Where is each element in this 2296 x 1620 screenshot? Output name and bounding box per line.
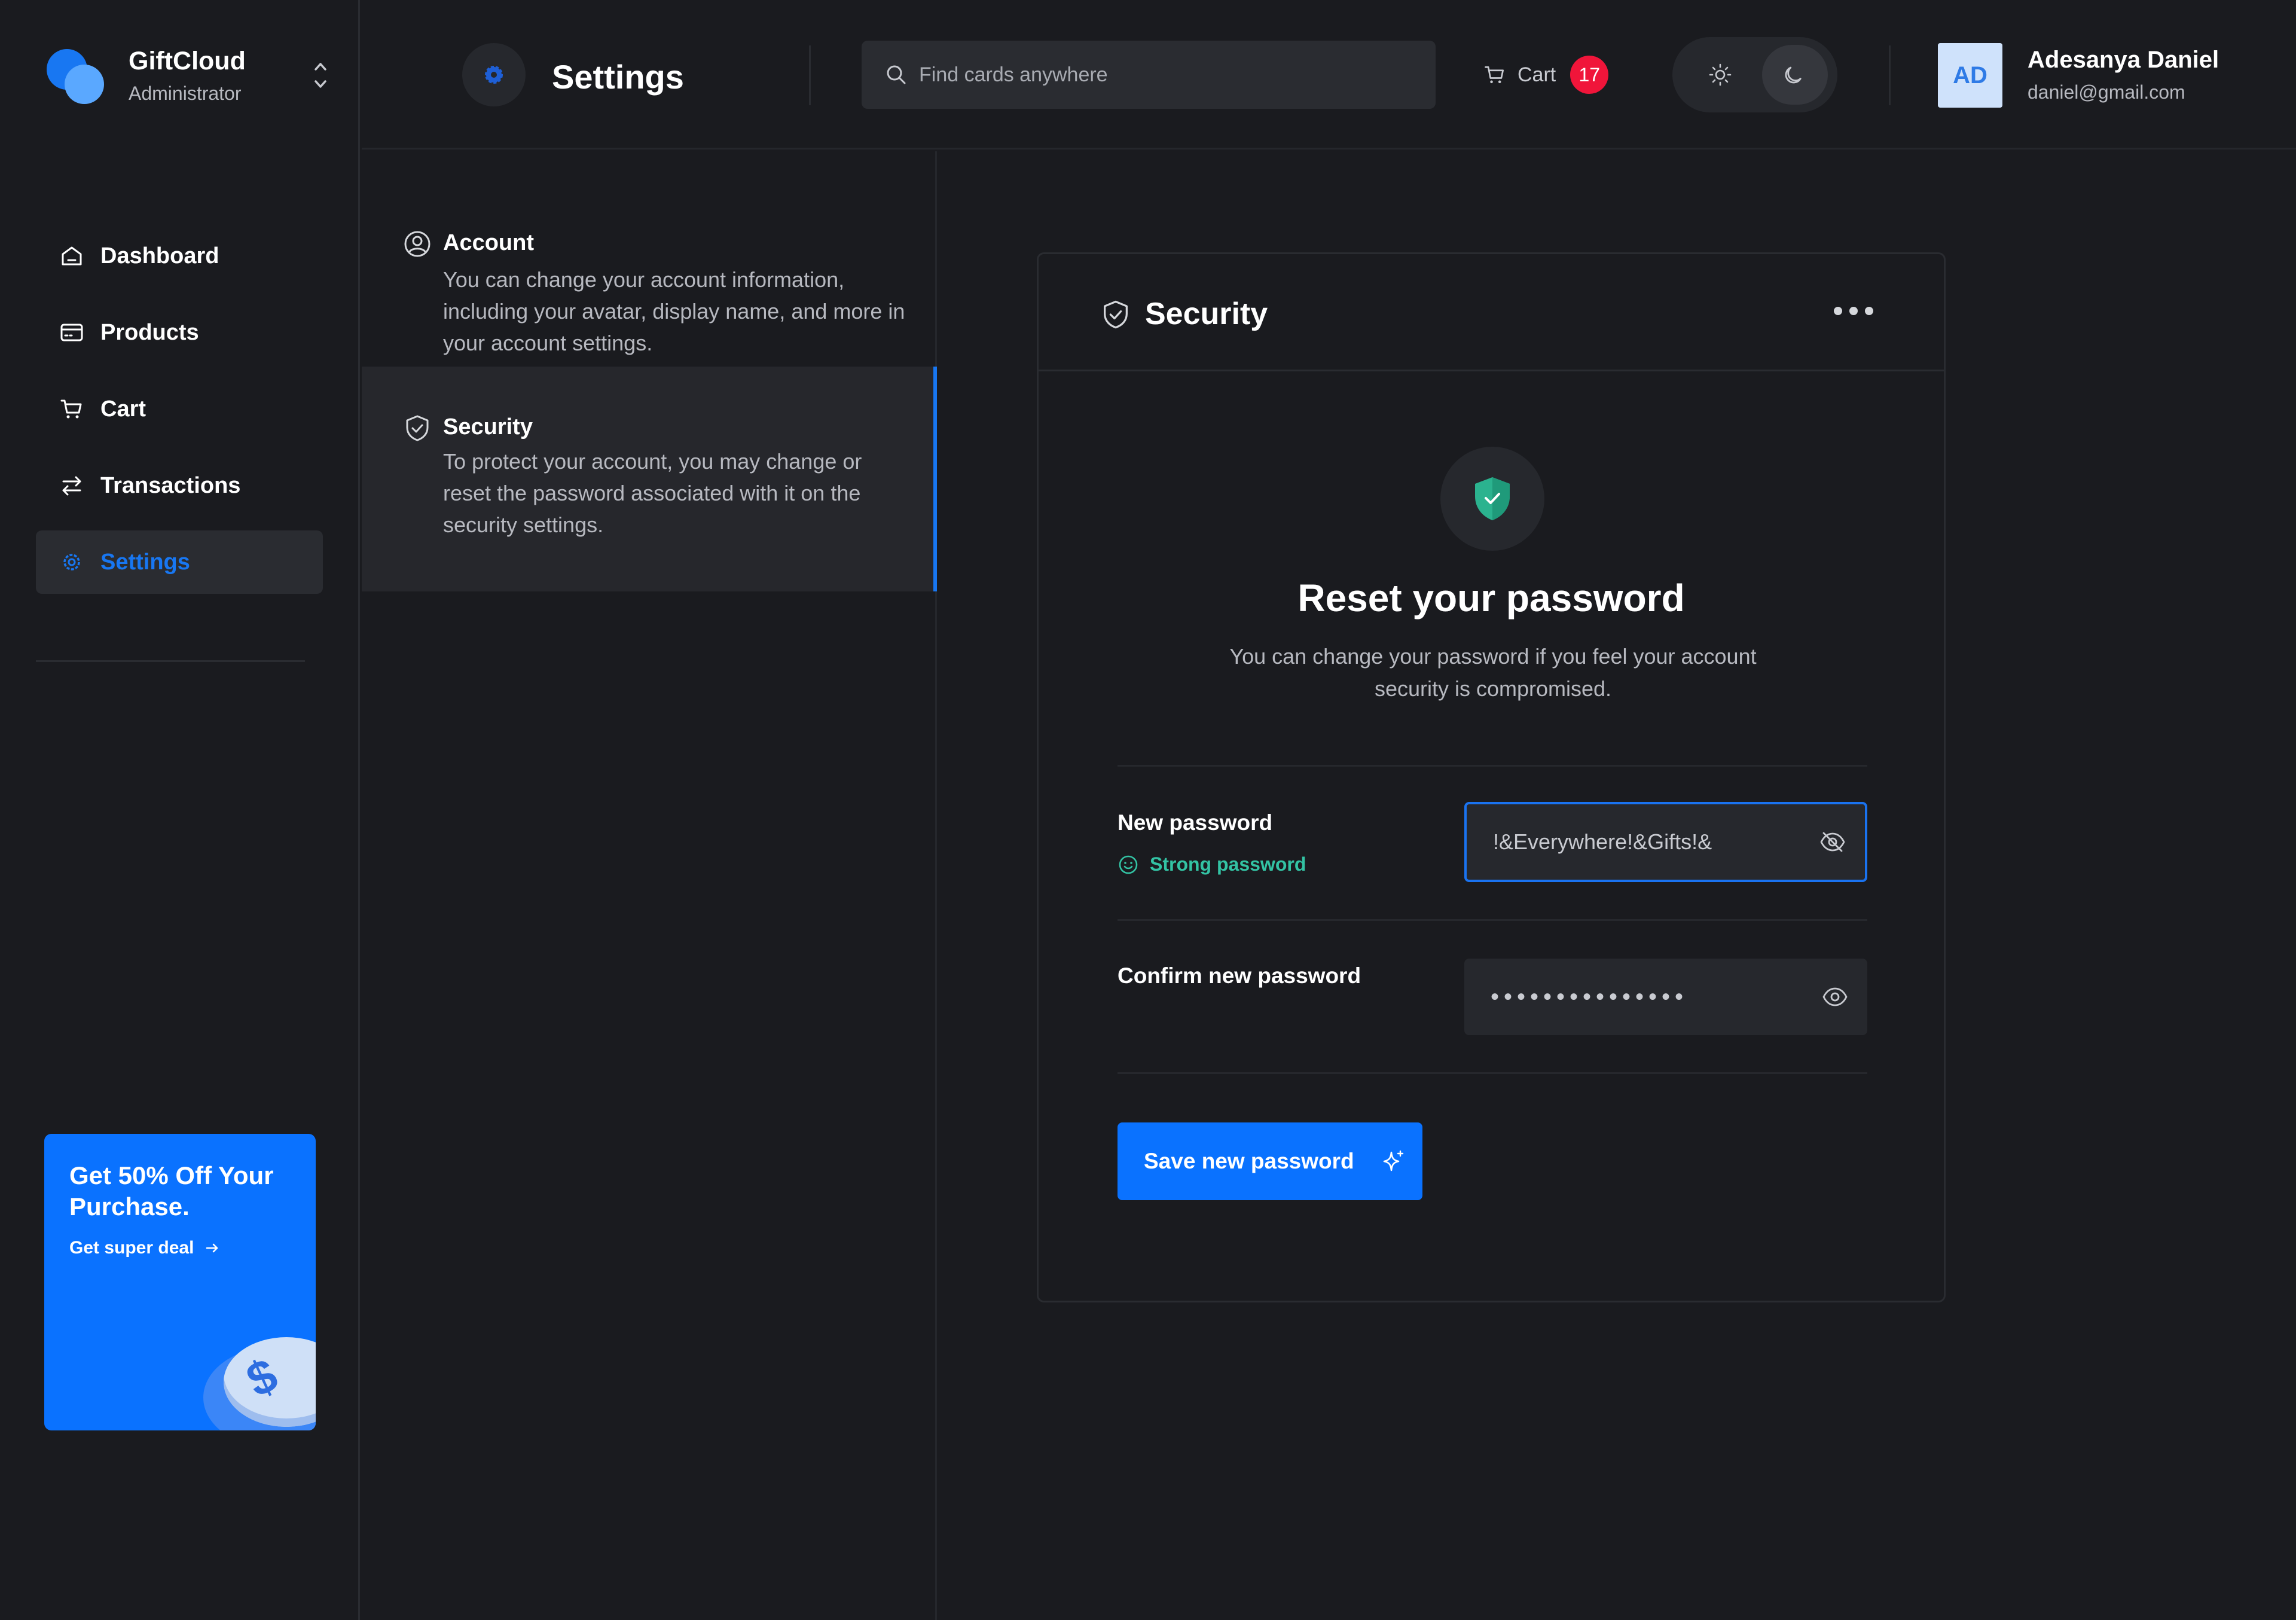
- cart-icon: [60, 399, 82, 419]
- eye-off-icon[interactable]: [1818, 828, 1847, 856]
- confirm-password-label: Confirm new password: [1118, 963, 1361, 988]
- page-title: Settings: [552, 58, 684, 96]
- sidebar-item-label: Products: [100, 319, 199, 345]
- sun-icon: [1709, 63, 1732, 86]
- user-name: Adesanya Daniel: [2028, 47, 2219, 73]
- sidebar-nav: Dashboard Products Cart Transactions Set…: [36, 224, 323, 607]
- chevron-up-down-icon[interactable]: [310, 57, 331, 93]
- shield-badge: [1440, 447, 1544, 551]
- shield-check-icon: [1104, 300, 1128, 329]
- search-bar[interactable]: [862, 41, 1436, 109]
- sidebar-item-dashboard[interactable]: Dashboard: [36, 224, 323, 288]
- sidebar-item-label: Settings: [100, 549, 190, 575]
- menu-item-description: You can change your account information,…: [443, 267, 905, 355]
- menu-item-title: Account: [443, 230, 534, 255]
- settings-menu-account[interactable]: Account You can change your account info…: [362, 181, 937, 361]
- top-header: Settings Cart 17: [362, 0, 2296, 150]
- theme-toggle: [1672, 37, 1837, 112]
- search-icon: [887, 65, 906, 84]
- search-input[interactable]: [919, 63, 1409, 87]
- confirm-password-input[interactable]: [1491, 983, 1821, 1011]
- smile-icon: [1119, 855, 1138, 874]
- home-icon: [62, 246, 82, 266]
- cart-button[interactable]: Cart 17: [1483, 55, 1609, 94]
- section-divider: [1118, 919, 1867, 921]
- section-divider: [1118, 1072, 1867, 1074]
- sidebar-item-cart[interactable]: Cart: [36, 377, 323, 441]
- shield-check-icon: [406, 415, 429, 441]
- light-mode-button[interactable]: [1690, 45, 1750, 105]
- sidebar: GiftCloud Administrator Dashboard Produc…: [0, 0, 360, 1620]
- settings-menu: Account You can change your account info…: [362, 151, 937, 1620]
- settings-menu-security[interactable]: Security To protect your account, you ma…: [362, 367, 937, 591]
- promo-link-label: Get super deal: [69, 1238, 194, 1258]
- cart-label: Cart: [1518, 63, 1556, 86]
- sidebar-item-label: Cart: [100, 396, 146, 422]
- moon-icon: [1785, 66, 1802, 84]
- page-icon: [462, 43, 526, 106]
- security-card-title: Security: [1145, 297, 1268, 331]
- promo-card: Get 50% Off Your Purchase. Get super dea…: [44, 1134, 316, 1430]
- promo-title: Get 50% Off Your Purchase.: [69, 1161, 274, 1221]
- save-password-label: Save new password: [1144, 1149, 1354, 1173]
- header-divider: [809, 45, 811, 105]
- card-icon: [60, 324, 83, 341]
- brand-name: GiftCloud: [129, 47, 246, 75]
- brand-role: Administrator: [129, 83, 242, 104]
- password-strength-label: Strong password: [1150, 853, 1306, 875]
- cart-count-badge: 17: [1570, 56, 1609, 94]
- menu-item-description: To protect your account, you may change …: [443, 449, 862, 537]
- arrow-right-icon: [206, 1243, 218, 1253]
- reset-password-title: Reset your password: [1297, 576, 1685, 620]
- security-card-header: Security: [1039, 254, 1944, 371]
- brand-logo: [47, 49, 106, 104]
- gear-icon: [485, 66, 503, 84]
- header-divider: [1889, 45, 1891, 105]
- transfer-icon: [62, 476, 81, 496]
- dark-mode-button[interactable]: [1762, 45, 1828, 105]
- user-circle-icon: [404, 231, 430, 257]
- sidebar-item-label: Dashboard: [100, 243, 219, 269]
- new-password-input[interactable]: [1493, 829, 1818, 855]
- save-password-button[interactable]: Save new password: [1118, 1122, 1422, 1200]
- avatar[interactable]: AD: [1938, 43, 2002, 108]
- sidebar-item-label: Transactions: [100, 472, 241, 498]
- sidebar-divider: [36, 660, 305, 662]
- section-divider: [1118, 765, 1867, 767]
- password-strength: Strong password: [1118, 853, 1306, 875]
- sparkle-icon: [1383, 1150, 1403, 1171]
- more-options-icon[interactable]: [1834, 307, 1873, 315]
- gear-icon: [63, 554, 80, 570]
- reset-password-description: You can change your password if you feel…: [1229, 644, 1757, 701]
- sidebar-item-settings[interactable]: Settings: [36, 530, 323, 594]
- security-card: Security Reset your password You can cha…: [1037, 252, 1946, 1302]
- new-password-label: New password: [1118, 810, 1273, 835]
- sidebar-item-transactions[interactable]: Transactions: [36, 454, 323, 517]
- menu-item-title: Security: [443, 414, 533, 440]
- user-email: daniel@gmail.com: [2028, 81, 2185, 103]
- promo-link[interactable]: Get super deal: [69, 1238, 220, 1258]
- cart-icon: [1485, 66, 1504, 84]
- eye-icon[interactable]: [1821, 983, 1849, 1011]
- workspace-switcher[interactable]: GiftCloud Administrator: [47, 47, 328, 112]
- shield-check-icon: [1475, 477, 1510, 520]
- sidebar-item-products[interactable]: Products: [36, 301, 323, 364]
- new-password-field[interactable]: [1464, 802, 1867, 882]
- confirm-password-field[interactable]: [1464, 959, 1867, 1035]
